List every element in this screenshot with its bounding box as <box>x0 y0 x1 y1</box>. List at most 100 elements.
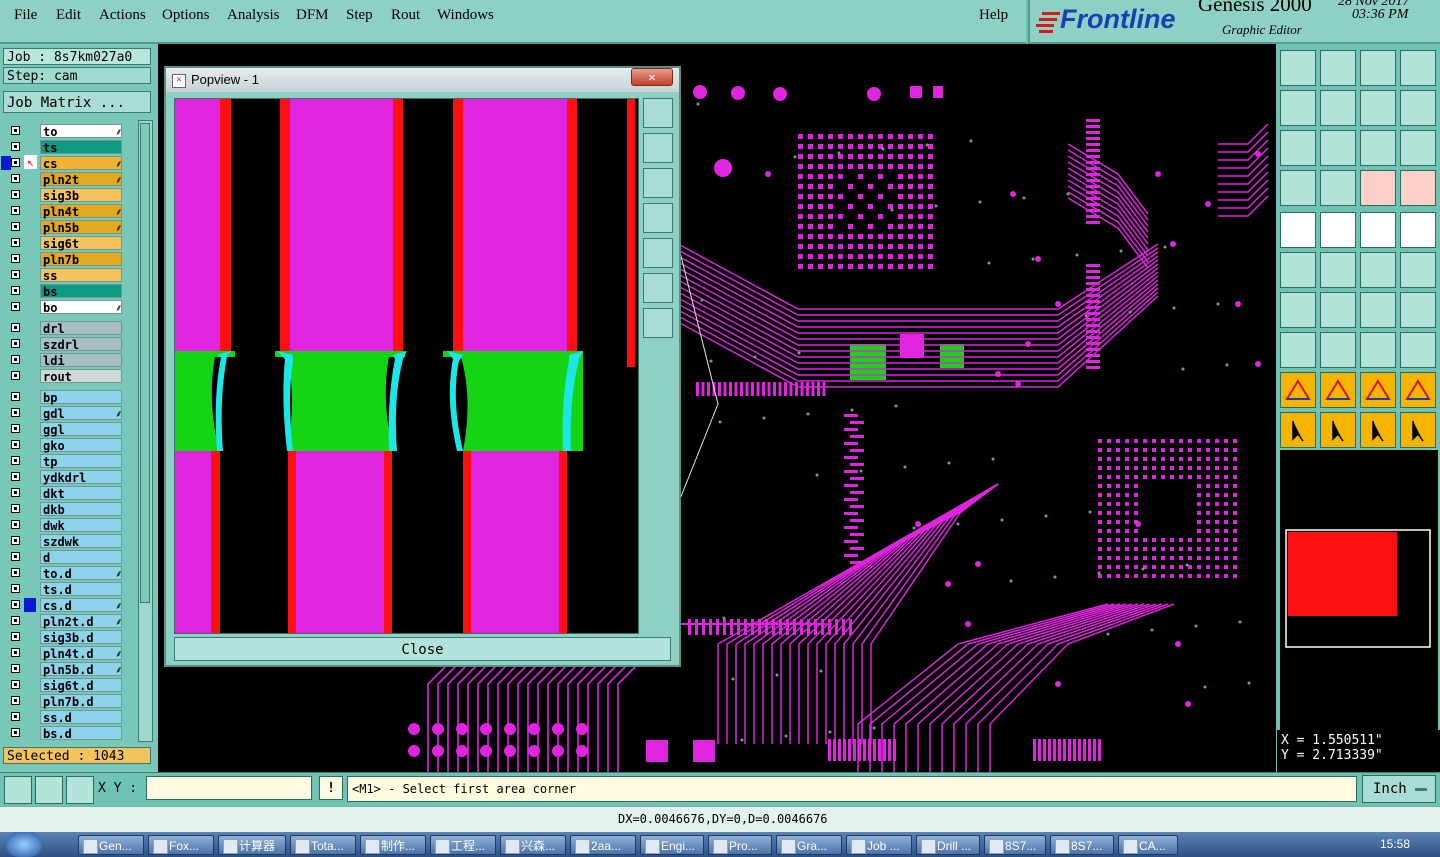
tool-4-0-icon[interactable] <box>1280 212 1316 248</box>
taskbar-item[interactable]: Fox... <box>148 835 214 855</box>
menu-help[interactable]: Help <box>979 7 1008 24</box>
tool-1-3-icon[interactable] <box>1400 90 1436 126</box>
tool-0-3-icon[interactable] <box>1400 50 1436 86</box>
layer-row-d[interactable]: d <box>7 550 125 565</box>
layer-row-sig3b-d[interactable]: sig3b.d <box>7 630 125 645</box>
layer-scrollbar[interactable] <box>138 120 153 742</box>
layer-row-dkt[interactable]: dkt <box>7 486 125 501</box>
layer-checkbox[interactable] <box>11 504 20 513</box>
tool-0-0-icon[interactable] <box>1280 50 1316 86</box>
taskbar-item[interactable]: Engi... <box>640 835 704 855</box>
layer-row-pln2t-d[interactable]: pln2t.d ⸙ <box>7 614 125 629</box>
layer-row-tp[interactable]: tp <box>7 454 125 469</box>
tool-5-0-icon[interactable] <box>1280 252 1316 288</box>
tool-4-1-icon[interactable] <box>1320 212 1356 248</box>
tool-5-1-icon[interactable] <box>1320 252 1356 288</box>
tool-8-1-icon[interactable] <box>1320 372 1356 408</box>
tool-3-2-icon[interactable] <box>1360 170 1396 206</box>
layer-checkbox[interactable] <box>11 302 20 311</box>
close-button[interactable]: Close <box>174 637 671 661</box>
popview-pan-down-icon[interactable] <box>643 168 673 198</box>
tool-9-2-icon[interactable] <box>1360 412 1396 448</box>
layer-row-rout[interactable]: rout <box>7 369 125 384</box>
taskbar-item[interactable]: Gra... <box>776 835 842 855</box>
layer-row-pln2t[interactable]: pln2t ⸙ <box>7 172 125 187</box>
job-matrix-button[interactable]: Job Matrix ... <box>3 91 151 113</box>
popview-canvas[interactable] <box>174 98 639 634</box>
taskbar-item[interactable]: Drill ... <box>916 835 980 855</box>
layer-row-dkb[interactable]: dkb <box>7 502 125 517</box>
layer-checkbox[interactable] <box>11 126 20 135</box>
layer-row-ss[interactable]: ss <box>7 268 125 283</box>
popview-pan-left-icon[interactable] <box>643 203 673 233</box>
taskbar-item[interactable]: 8S7... <box>1050 835 1114 855</box>
tool-6-3-icon[interactable] <box>1400 292 1436 328</box>
taskbar-item[interactable]: Pro... <box>708 835 772 855</box>
tool-8-3-icon[interactable] <box>1400 372 1436 408</box>
alert-icon[interactable]: ! <box>319 776 343 800</box>
tool-5-3-icon[interactable] <box>1400 252 1436 288</box>
layer-row-gdl[interactable]: gdl ⸙ <box>7 406 125 421</box>
layer-row-bs-d[interactable]: bs.d <box>7 726 125 741</box>
tool-1-2-icon[interactable] <box>1360 90 1396 126</box>
tool-4-2-icon[interactable] <box>1360 212 1396 248</box>
layer-checkbox[interactable] <box>11 520 20 529</box>
layer-row-pln5b[interactable]: pln5b ⸙ <box>7 220 125 235</box>
tool-7-2-icon[interactable] <box>1360 332 1396 368</box>
layer-checkbox[interactable] <box>11 536 20 545</box>
tool-7-0-icon[interactable] <box>1280 332 1316 368</box>
layer-checkbox[interactable] <box>11 488 20 497</box>
tool-3-1-icon[interactable] <box>1320 170 1356 206</box>
menu-file[interactable]: File <box>14 7 37 24</box>
layer-checkbox[interactable] <box>11 472 20 481</box>
menu-dfm[interactable]: DFM <box>296 7 329 24</box>
tool-8-0-icon[interactable] <box>1280 372 1316 408</box>
tool-3-0-icon[interactable] <box>1280 170 1316 206</box>
popview-zoom-icon[interactable] <box>643 98 673 128</box>
tool-6-0-icon[interactable] <box>1280 292 1316 328</box>
menu-rout[interactable]: Rout <box>391 7 420 24</box>
layer-checkbox[interactable] <box>11 552 20 561</box>
close-icon[interactable]: ✕ <box>631 68 673 86</box>
taskbar-item[interactable]: Tota... <box>290 835 356 855</box>
scrollbar-thumb[interactable] <box>140 123 150 603</box>
layer-row-sig6t[interactable]: sig6t <box>7 236 125 251</box>
layer-row-szdwk[interactable]: szdwk <box>7 534 125 549</box>
layer-row-cs[interactable]: ↖ cs ⸙ <box>1 155 125 171</box>
layer-checkbox[interactable] <box>11 158 20 167</box>
start-button[interactable] <box>6 832 42 857</box>
layer-row-ss-d[interactable]: ss.d <box>7 710 125 725</box>
layer-checkbox[interactable] <box>11 142 20 151</box>
tool-6-2-icon[interactable] <box>1360 292 1396 328</box>
layer-row-drl[interactable]: drl <box>7 321 125 336</box>
layer-row-sig3b[interactable]: sig3b <box>7 188 125 203</box>
layer-row-pln7b[interactable]: pln7b <box>7 252 125 267</box>
layer-checkbox[interactable] <box>11 408 20 417</box>
taskbar-item[interactable]: 制作... <box>360 835 426 855</box>
layer-checkbox[interactable] <box>11 712 20 721</box>
layer-checkbox[interactable] <box>11 254 20 263</box>
tool-1-1-icon[interactable] <box>1320 90 1356 126</box>
layer-row-pln4t[interactable]: pln4t ⸙ <box>7 204 125 219</box>
taskbar-item[interactable]: 8S7... <box>984 835 1046 855</box>
menu-options[interactable]: Options <box>162 7 210 24</box>
popview-titlebar[interactable]: ✕ Popview - 1 ✕ <box>166 68 679 92</box>
layer-row-bo[interactable]: bo ⸙ <box>7 300 125 315</box>
layer-checkbox[interactable] <box>11 664 20 673</box>
taskbar-item[interactable]: 兴森... <box>500 835 566 855</box>
layer-checkbox[interactable] <box>11 222 20 231</box>
tool-5-2-icon[interactable] <box>1360 252 1396 288</box>
taskbar-item[interactable]: 工程... <box>430 835 496 855</box>
units-select[interactable]: Inch <box>1362 775 1436 803</box>
layer-checkbox[interactable] <box>11 696 20 705</box>
layer-row-sig6t-d[interactable]: sig6t.d <box>7 678 125 693</box>
tool-9-3-icon[interactable] <box>1400 412 1436 448</box>
layer-checkbox[interactable] <box>11 371 20 380</box>
menu-step[interactable]: Step <box>346 7 373 24</box>
layer-checkbox[interactable] <box>11 286 20 295</box>
tool-6-1-icon[interactable] <box>1320 292 1356 328</box>
tool-3-3-icon[interactable] <box>1400 170 1436 206</box>
layer-checkbox[interactable] <box>11 728 20 737</box>
layer-row-pln7b-d[interactable]: pln7b.d <box>7 694 125 709</box>
layer-checkbox[interactable] <box>11 680 20 689</box>
